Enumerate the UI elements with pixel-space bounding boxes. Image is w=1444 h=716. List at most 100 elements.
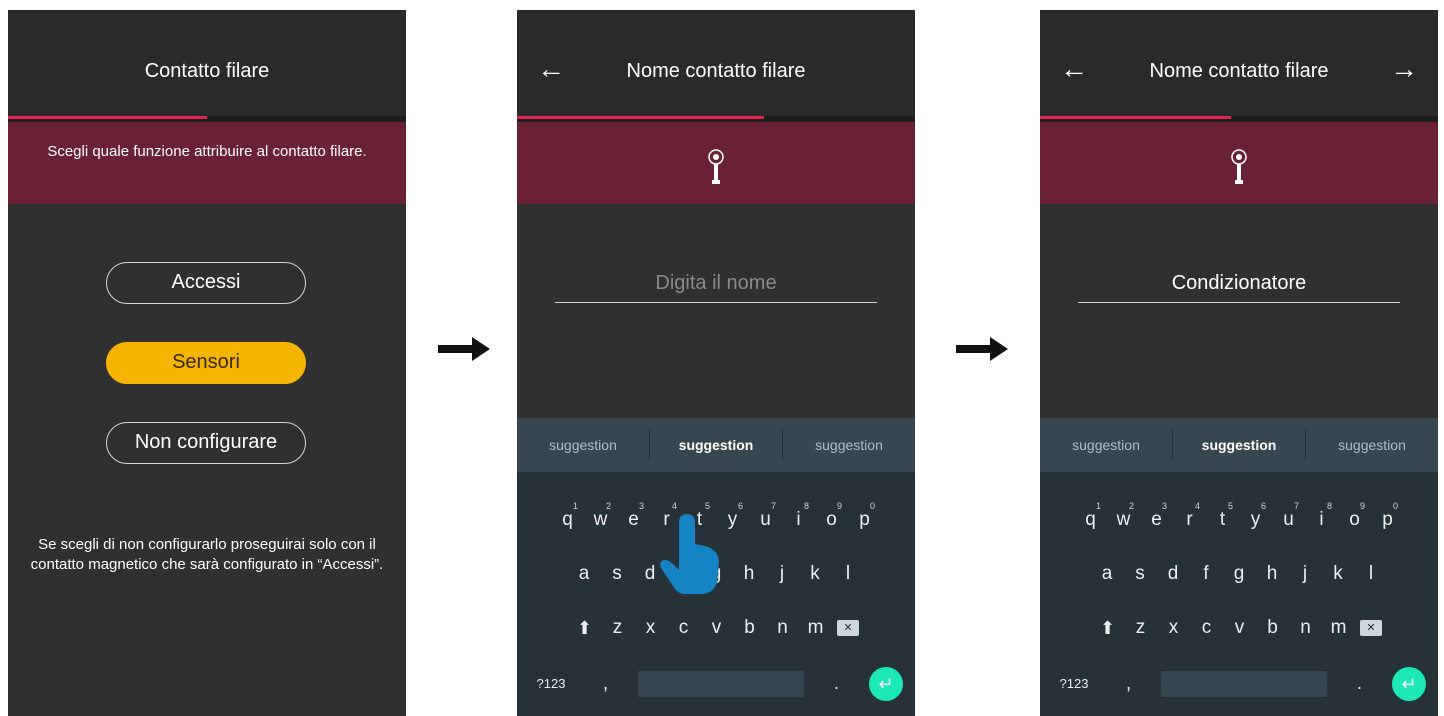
key-j[interactable]: j	[1289, 554, 1322, 594]
key-b[interactable]: b	[1256, 608, 1289, 648]
keyboard-row-2: a s d f g h j k l	[1040, 554, 1438, 594]
key-w[interactable]: 2w	[1107, 500, 1140, 540]
key-g[interactable]: g	[1223, 554, 1256, 594]
symbols-key[interactable]: ?123	[529, 664, 573, 704]
hand-pointer-icon	[660, 514, 719, 594]
backspace-icon[interactable]: ✕	[837, 620, 859, 636]
key-h[interactable]: h	[733, 554, 766, 594]
sensori-button[interactable]: Sensori	[106, 342, 306, 384]
key-y[interactable]: 6y	[1239, 500, 1272, 540]
key-h[interactable]: h	[1256, 554, 1289, 594]
key-r[interactable]: 4r	[1173, 500, 1206, 540]
keyboard-row-4: ?123 , . ↵	[517, 664, 915, 704]
name-input[interactable]: Digita il nome	[555, 272, 877, 303]
key-label: q	[1085, 509, 1096, 530]
enter-icon[interactable]: ↵	[869, 667, 903, 701]
comma-key[interactable]: ,	[593, 664, 619, 704]
key-e[interactable]: 3e	[617, 500, 650, 540]
icon-banner	[517, 122, 915, 204]
key-c[interactable]: c	[667, 608, 700, 648]
key-q[interactable]: 1q	[551, 500, 584, 540]
space-key[interactable]	[1161, 671, 1327, 697]
page-title: Contatto filare	[144, 60, 270, 82]
accessi-button[interactable]: Accessi	[106, 262, 306, 304]
page-title: Nome contatto filare	[1149, 60, 1329, 82]
key-p[interactable]: 0p	[848, 500, 881, 540]
comma-key[interactable]: ,	[1116, 664, 1142, 704]
key-v[interactable]: v	[700, 608, 733, 648]
progress-fill	[517, 116, 764, 119]
non-configurare-button[interactable]: Non configurare	[106, 422, 306, 464]
instruction-text: Scegli quale funzione attribuire al cont…	[47, 143, 367, 160]
key-e[interactable]: 3e	[1140, 500, 1173, 540]
key-m[interactable]: m	[1322, 608, 1355, 648]
key-j[interactable]: j	[766, 554, 799, 594]
arrow-right-icon[interactable]: →	[1390, 55, 1418, 83]
arrow-right-icon	[438, 337, 490, 361]
key-number-hint: 7	[1293, 501, 1299, 511]
keyboard: 1q 2w 3e 4r 5t 6y 7u 8i 9o 0p a s d f g …	[1040, 472, 1438, 716]
key-n[interactable]: n	[766, 608, 799, 648]
space-key[interactable]	[638, 671, 804, 697]
keyboard-row-3: ⬆ z x c v b n m ✕	[1040, 608, 1438, 648]
key-b[interactable]: b	[733, 608, 766, 648]
shift-icon[interactable]: ⬆	[1091, 608, 1124, 648]
key-t[interactable]: 5t	[1206, 500, 1239, 540]
suggestion-item[interactable]: suggestion	[517, 429, 649, 461]
key-number-hint: 8	[803, 501, 809, 511]
suggestion-item[interactable]: suggestion	[1305, 429, 1438, 461]
symbols-key[interactable]: ?123	[1052, 664, 1096, 704]
key-number-hint: 8	[1326, 501, 1332, 511]
key-label: y	[1250, 509, 1261, 530]
key-u[interactable]: 7u	[1272, 500, 1305, 540]
suggestion-item[interactable]: suggestion	[649, 429, 782, 461]
key-number-hint: 7	[770, 501, 776, 511]
key-label: w	[593, 509, 608, 530]
backspace-icon[interactable]: ✕	[1360, 620, 1382, 636]
sensor-signal-icon	[708, 149, 724, 184]
suggestion-bar: suggestion suggestion suggestion	[1040, 418, 1438, 472]
key-f[interactable]: f	[1190, 554, 1223, 594]
key-s[interactable]: s	[601, 554, 634, 594]
keyboard-row-4: ?123 , . ↵	[1040, 664, 1438, 704]
key-d[interactable]: d	[1157, 554, 1190, 594]
suggestion-item[interactable]: suggestion	[782, 429, 915, 461]
instruction-banner: Scegli quale funzione attribuire al cont…	[8, 122, 406, 204]
key-p[interactable]: 0p	[1371, 500, 1404, 540]
name-input[interactable]: Condizionatore	[1078, 272, 1400, 303]
key-o[interactable]: 9o	[815, 500, 848, 540]
key-m[interactable]: m	[799, 608, 832, 648]
key-s[interactable]: s	[1124, 554, 1157, 594]
key-n[interactable]: n	[1289, 608, 1322, 648]
key-label: y	[727, 509, 738, 530]
key-q[interactable]: 1q	[1074, 500, 1107, 540]
key-o[interactable]: 9o	[1338, 500, 1371, 540]
key-label: p	[1382, 509, 1393, 530]
key-w[interactable]: 2w	[584, 500, 617, 540]
key-i[interactable]: 8i	[782, 500, 815, 540]
key-c[interactable]: c	[1190, 608, 1223, 648]
key-u[interactable]: 7u	[749, 500, 782, 540]
key-k[interactable]: k	[1322, 554, 1355, 594]
key-z[interactable]: z	[1124, 608, 1157, 648]
screen-name-entry-empty: ← Nome contatto filare Digita il nome su…	[517, 10, 915, 716]
suggestion-item[interactable]: suggestion	[1172, 429, 1305, 461]
enter-icon[interactable]: ↵	[1392, 667, 1426, 701]
header: Contatto filare	[8, 10, 406, 116]
key-z[interactable]: z	[601, 608, 634, 648]
key-l[interactable]: l	[1355, 554, 1388, 594]
period-key[interactable]: .	[1347, 664, 1373, 704]
key-i[interactable]: 8i	[1305, 500, 1338, 540]
key-a[interactable]: a	[1091, 554, 1124, 594]
key-x[interactable]: x	[1157, 608, 1190, 648]
key-v[interactable]: v	[1223, 608, 1256, 648]
key-number-hint: 9	[1359, 501, 1365, 511]
shift-icon[interactable]: ⬆	[568, 608, 601, 648]
suggestion-item[interactable]: suggestion	[1040, 429, 1172, 461]
key-k[interactable]: k	[799, 554, 832, 594]
key-x[interactable]: x	[634, 608, 667, 648]
key-label: p	[859, 509, 870, 530]
key-a[interactable]: a	[568, 554, 601, 594]
period-key[interactable]: .	[824, 664, 850, 704]
key-l[interactable]: l	[832, 554, 865, 594]
